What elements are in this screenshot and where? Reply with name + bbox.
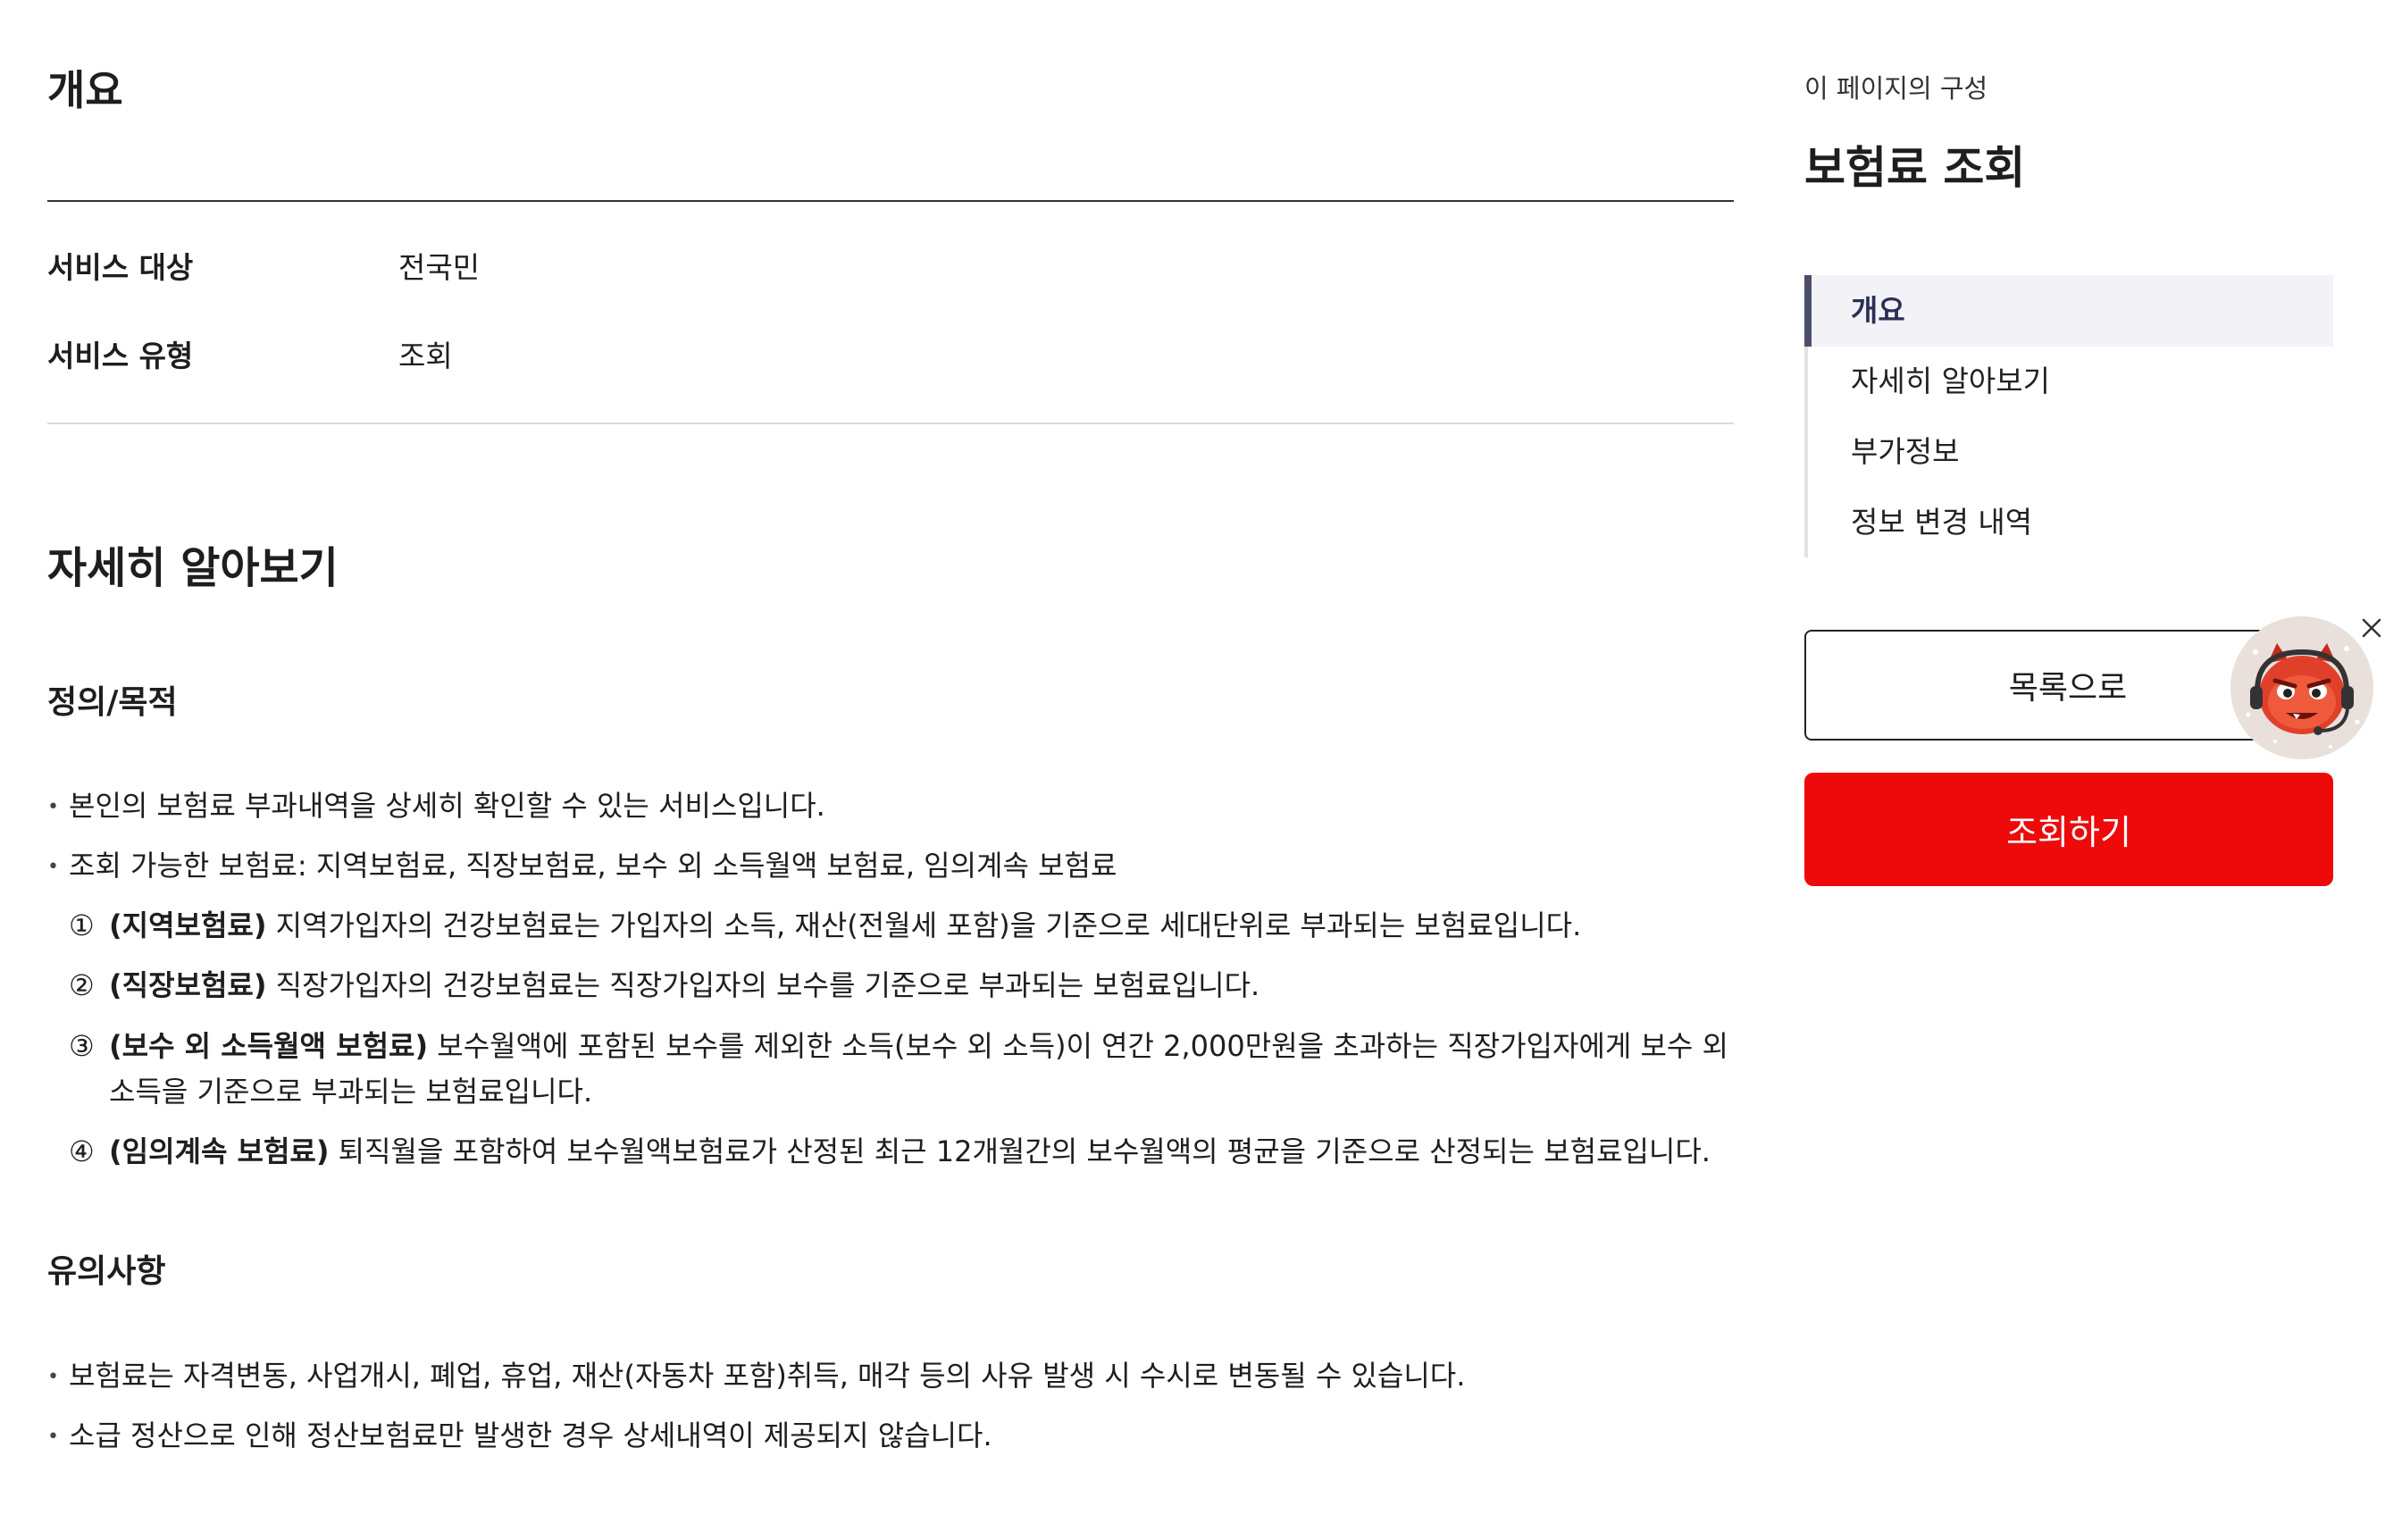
numbered-item: ① (지역보험료) 지역가입자의 건강보험료는 가입자의 소득, 재산(전월세 …	[69, 903, 1730, 949]
bullet-text: 소급 정산으로 인해 정산보험료만 발생한 경우 상세내역이 제공되지 않습니다…	[69, 1419, 992, 1452]
toc-item-label: 부가정보	[1851, 434, 1960, 469]
info-key: 서비스 대상	[47, 250, 194, 285]
bullet-dot: •	[47, 1366, 59, 1389]
numbered-item: ④ (임의계속 보험료) 퇴직월을 포함하여 보수월액보험료가 산정된 최근 1…	[69, 1129, 1730, 1175]
definition-title: 정의/목적	[47, 684, 178, 721]
close-icon[interactable]	[2358, 615, 2385, 641]
item-marker: ④	[69, 1134, 95, 1168]
toc-list: 개요 자세히 알아보기 부가정보 정보 변경 내역	[1804, 275, 2337, 557]
toc-item-overview[interactable]: 개요	[1804, 275, 2333, 347]
item-label: (임의계속 보험료)	[109, 1134, 330, 1168]
numbered-item: ② (직장보험료) 직장가입자의 건강보험료는 직장가입자의 보수를 기준으로 …	[69, 963, 1730, 1009]
item-marker: ②	[69, 968, 95, 1002]
bullet-text: 조회 가능한 보험료: 지역보험료, 직장보험료, 보수 외 소득월액 보험료,…	[69, 849, 1117, 883]
chatbot-mascot-graphic	[2230, 616, 2373, 759]
toc-item-label: 개요	[1851, 293, 1905, 328]
toc-title: 보험료 조회	[1804, 142, 2026, 194]
toc-item-extra-info[interactable]: 부가정보	[1808, 416, 2333, 488]
list-item: • 보험료는 자격변동, 사업개시, 폐업, 휴업, 재산(자동차 포함)취득, …	[47, 1358, 1465, 1394]
detail-title: 자세히 알아보기	[47, 543, 339, 593]
info-value: 전국민	[398, 250, 481, 285]
info-value: 조회	[398, 339, 453, 373]
toc-caption: 이 페이지의 구성	[1804, 73, 1988, 104]
item-label: (지역보험료)	[109, 908, 267, 942]
chatbot-mascot-icon[interactable]	[2230, 616, 2373, 759]
list-item: • 조회 가능한 보험료: 지역보험료, 직장보험료, 보수 외 소득월액 보험료…	[47, 848, 1117, 883]
query-button[interactable]: 조회하기	[1804, 773, 2333, 886]
item-text: 지역가입자의 건강보험료는 가입자의 소득, 재산(전월세 포함)을 기준으로 …	[275, 908, 1582, 942]
overview-divider	[47, 200, 1734, 202]
notes-title: 유의사항	[47, 1253, 166, 1290]
item-marker: ①	[69, 908, 95, 942]
list-item: • 소급 정산으로 인해 정산보험료만 발생한 경우 상세내역이 제공되지 않습니…	[47, 1418, 992, 1453]
list-item: • 본인의 보험료 부과내역을 상세히 확인할 수 있는 서비스입니다.	[47, 788, 825, 824]
bullet-dot: •	[47, 796, 59, 819]
item-text: 직장가입자의 건강보험료는 직장가입자의 보수를 기준으로 부과되는 보험료입니…	[275, 968, 1260, 1002]
item-marker: ③	[69, 1029, 95, 1063]
info-key: 서비스 유형	[47, 339, 194, 373]
toc-item-label: 자세히 알아보기	[1851, 364, 2051, 398]
overview-bottom-divider	[47, 423, 1734, 424]
bullet-dot: •	[47, 856, 59, 879]
toc-item-label: 정보 변경 내역	[1851, 505, 2033, 540]
numbered-item: ③ (보수 외 소득월액 보험료) 보수월액에 포함된 보수를 제외한 소득(보…	[69, 1024, 1730, 1115]
toc-item-change-history[interactable]: 정보 변경 내역	[1808, 487, 2333, 558]
bullet-text: 본인의 보험료 부과내역을 상세히 확인할 수 있는 서비스입니다.	[69, 789, 825, 823]
item-label: (보수 외 소득월액 보험료)	[109, 1029, 429, 1063]
item-text: 퇴직월을 포함하여 보수월액보험료가 산정된 최근 12개월간의 보수월액의 평…	[338, 1134, 1711, 1168]
overview-title: 개요	[47, 66, 123, 114]
toc-active-indicator	[1804, 275, 1812, 347]
toc-item-detail[interactable]: 자세히 알아보기	[1808, 346, 2333, 417]
bullet-text: 보험료는 자격변동, 사업개시, 폐업, 휴업, 재산(자동차 포함)취득, 매…	[69, 1359, 1466, 1393]
item-label: (직장보험료)	[109, 968, 267, 1002]
bullet-dot: •	[47, 1426, 59, 1449]
